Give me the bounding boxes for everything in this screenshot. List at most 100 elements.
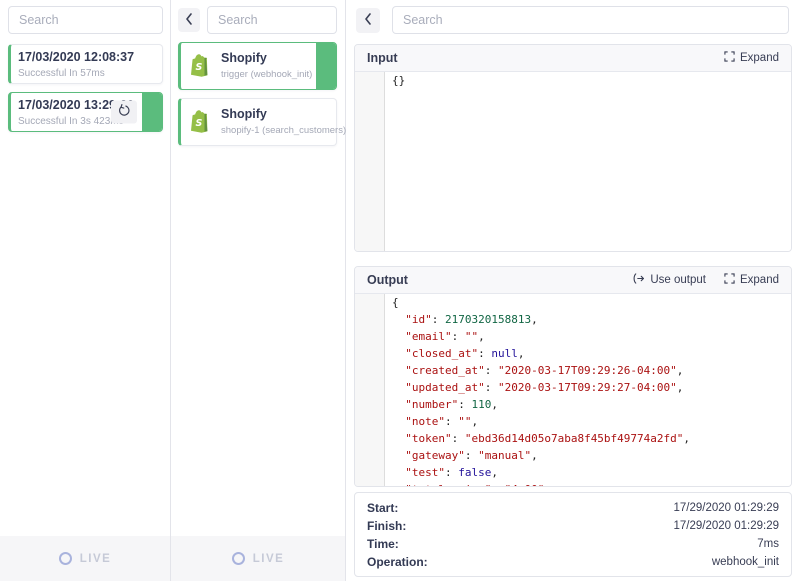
code-line: 1{} — [355, 72, 791, 89]
steps-search-input[interactable] — [207, 6, 337, 34]
code-content: "closed_at": null, — [385, 345, 524, 362]
code-token: { — [392, 296, 399, 309]
code-line: 7 "number": 110, — [355, 396, 791, 413]
detail-search-input[interactable] — [392, 6, 789, 34]
code-content: "updated_at": "2020-03-17T09:29:27-04:00… — [385, 379, 683, 396]
meta-label: Start: — [367, 501, 398, 515]
app-root: 17/03/2020 12:08:37Successful In 57ms17/… — [0, 0, 800, 581]
run-meta-panel: Start: 17/29/2020 01:29:29 Finish: 17/29/20… — [354, 492, 792, 577]
steps-list: SShopifytrigger (webhook_init) SShopifysh… — [178, 42, 337, 154]
input-expand-label: Expand — [740, 52, 779, 64]
code-content: "note": "", — [385, 413, 478, 430]
steps-back-button[interactable] — [178, 8, 200, 32]
runs-column: 17/03/2020 12:08:37Successful In 57ms17/… — [0, 0, 171, 581]
code-token: : — [432, 313, 445, 326]
code-token: , — [531, 313, 538, 326]
code-line: 11 "test": false, — [355, 464, 791, 481]
code-token: "token" — [392, 432, 452, 445]
code-token: : — [452, 330, 465, 343]
code-content: "id": 2170320158813, — [385, 311, 538, 328]
code-token: "test" — [392, 466, 445, 479]
run-item-body: 17/03/2020 13:29:29Successful In 3s 423m… — [11, 93, 162, 128]
use-output-button[interactable]: Use output — [632, 273, 706, 287]
meta-row: Operation: webhook_init — [367, 553, 779, 571]
output-code-area[interactable]: 1{2 "id": 2170320158813,3 "email": "",4 … — [355, 294, 791, 487]
code-token: : — [465, 449, 478, 462]
code-token: : — [445, 415, 458, 428]
svg-text:S: S — [196, 62, 203, 73]
meta-value: 17/29/2020 01:29:29 — [673, 520, 779, 532]
code-line: 6 "updated_at": "2020-03-17T09:29:27-04:… — [355, 379, 791, 396]
code-token: : — [445, 466, 458, 479]
code-line: 3 "email": "", — [355, 328, 791, 345]
code-token: "number" — [392, 398, 458, 411]
code-token: "email" — [392, 330, 452, 343]
run-item-body: 17/03/2020 12:08:37 Successful In 57ms — [11, 45, 162, 80]
code-token: , — [478, 330, 485, 343]
code-token: "total_price" — [392, 483, 491, 487]
run-subtitle: Successful In 57ms — [18, 67, 162, 80]
code-line: 1{ — [355, 294, 791, 311]
code-content: "created_at": "2020-03-17T09:29:26-04:00… — [385, 362, 683, 379]
steps-live-toggle[interactable]: LIVE — [171, 536, 345, 581]
meta-label: Finish: — [367, 519, 406, 533]
run-item[interactable]: 17/03/2020 13:29:29Successful In 3s 423m… — [8, 92, 163, 132]
meta-value: webhook_init — [712, 556, 779, 568]
meta-label: Operation: — [367, 555, 428, 569]
code-token: : — [458, 398, 471, 411]
runs-live-toggle[interactable]: LIVE — [0, 536, 170, 581]
code-token: : — [491, 483, 504, 487]
runs-search-input[interactable] — [8, 6, 163, 34]
shopify-bag-icon: S — [190, 54, 212, 79]
code-token: , — [677, 364, 684, 377]
chevron-left-icon — [185, 13, 193, 28]
svg-text:S: S — [196, 118, 203, 129]
run-item[interactable]: 17/03/2020 12:08:37 Successful In 57ms — [8, 44, 163, 84]
code-token: , — [683, 432, 690, 445]
step-item[interactable]: SShopifytrigger (webhook_init) — [178, 42, 337, 90]
output-panel-title: Output — [367, 273, 408, 287]
output-expand-button[interactable]: Expand — [724, 273, 779, 287]
detail-back-button[interactable] — [356, 8, 380, 33]
meta-value: 17/29/2020 01:29:29 — [673, 502, 779, 514]
meta-label: Time: — [367, 537, 399, 551]
input-panel-header: Input Expand — [355, 45, 791, 72]
use-output-icon — [632, 273, 645, 287]
use-output-label: Use output — [650, 274, 706, 286]
code-token: , — [491, 398, 498, 411]
run-detail-column: Input Expand 1{} Output — [346, 0, 800, 581]
code-content: "total_price": "4.00", — [385, 481, 551, 487]
run-subtitle: Successful In 3s 423ms — [18, 115, 162, 128]
code-content: "token": "ebd36d14d05o7aba8f45bf49774a2f… — [385, 430, 690, 447]
code-line: 9 "token": "ebd36d14d05o7aba8f45bf49774a… — [355, 430, 791, 447]
retry-icon — [117, 104, 131, 121]
meta-row: Finish: 17/29/2020 01:29:29 — [367, 517, 779, 535]
code-token: 2170320158813 — [445, 313, 531, 326]
code-content: {} — [385, 72, 405, 89]
code-token: , — [518, 347, 525, 360]
shopify-bag-icon: S — [190, 110, 212, 135]
code-token: "manual" — [478, 449, 531, 462]
chevron-left-icon — [364, 13, 372, 28]
live-label: LIVE — [253, 553, 285, 565]
input-panel-title: Input — [367, 51, 398, 65]
code-token: , — [471, 415, 478, 428]
code-line: 5 "created_at": "2020-03-17T09:29:26-04:… — [355, 362, 791, 379]
code-token: : — [452, 432, 465, 445]
expand-icon — [724, 273, 735, 287]
run-title: 17/03/2020 12:08:37 — [18, 50, 162, 65]
code-content: "email": "", — [385, 328, 485, 345]
live-ring-icon — [59, 552, 72, 565]
code-token: {} — [392, 74, 405, 87]
retry-button[interactable] — [111, 101, 137, 124]
code-content: "gateway": "manual", — [385, 447, 538, 464]
input-expand-button[interactable]: Expand — [724, 51, 779, 65]
live-ring-icon — [232, 552, 245, 565]
step-item[interactable]: SShopifyshopify-1 (search_customers) — [178, 98, 337, 146]
code-token: "" — [465, 330, 478, 343]
code-token: "2020-03-17T09:29:27-04:00" — [498, 381, 677, 394]
code-token: , — [531, 449, 538, 462]
code-token: "note" — [392, 415, 445, 428]
code-token: null — [491, 347, 518, 360]
code-token: "4.00" — [505, 483, 545, 487]
